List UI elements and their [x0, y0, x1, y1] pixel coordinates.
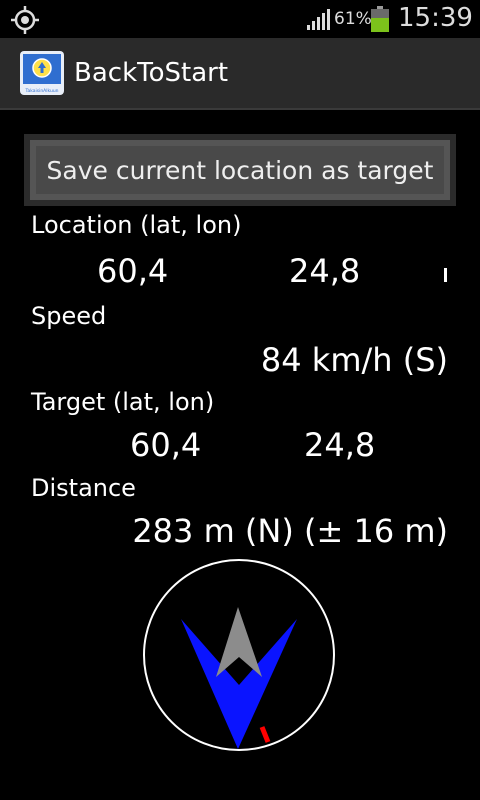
target-lat-value: 60,4	[130, 426, 202, 464]
target-lon-value: 24,8	[304, 426, 376, 464]
save-location-button-label: Save current location as target	[36, 146, 444, 194]
location-label: Location (lat, lon)	[31, 211, 242, 239]
app-icon[interactable]: TakaisinAlkuun	[20, 51, 64, 95]
clipped-text-edge	[444, 268, 447, 282]
distance-label: Distance	[31, 474, 136, 502]
save-location-button[interactable]: Save current location as target	[24, 134, 456, 206]
status-bar: 61% 15:39	[0, 0, 480, 38]
action-bar: TakaisinAlkuun BackToStart	[0, 38, 480, 110]
speed-label: Speed	[31, 302, 107, 330]
distance-value: 283 m (N) (± 16 m)	[132, 512, 448, 550]
battery-icon	[371, 6, 389, 32]
location-lon-value: 24,8	[289, 252, 361, 290]
direction-compass	[143, 559, 335, 751]
speed-value: 84 km/h (S)	[260, 341, 448, 379]
app-title: BackToStart	[74, 58, 229, 88]
signal-strength-icon	[307, 9, 330, 30]
heading-marker	[259, 726, 271, 743]
location-lat-value: 60,4	[97, 252, 169, 290]
gps-location-icon	[11, 6, 39, 34]
app-icon-text: TakaisinAlkuun	[24, 88, 58, 94]
status-clock: 15:39	[398, 3, 473, 33]
target-label: Target (lat, lon)	[31, 388, 215, 416]
north-needle	[216, 607, 262, 677]
battery-percent: 61%	[334, 9, 372, 29]
